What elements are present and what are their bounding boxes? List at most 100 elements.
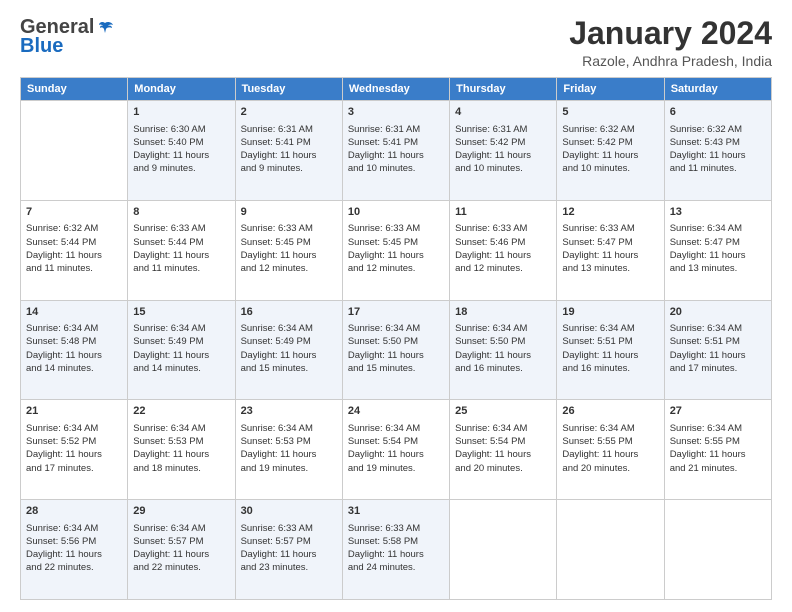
calendar-cell: 19Sunrise: 6:34 AMSunset: 5:51 PMDayligh… [557, 300, 664, 400]
day-info: Daylight: 11 hours [455, 349, 551, 362]
day-info: Sunrise: 6:33 AM [348, 222, 444, 235]
location: Razole, Andhra Pradesh, India [569, 53, 772, 69]
day-info: Daylight: 11 hours [133, 149, 229, 162]
calendar-cell: 7 Sunrise: 6:32 AMSunset: 5:44 PMDaylight… [21, 200, 128, 300]
calendar-header-thursday: Thursday [450, 78, 557, 101]
day-number: 14 [26, 305, 122, 320]
calendar-week-1: 1Sunrise: 6:30 AMSunset: 5:40 PMDaylight… [21, 101, 772, 201]
day-info: Sunrise: 6:34 AM [348, 422, 444, 435]
day-number: 9 [241, 205, 337, 220]
calendar-cell: 27Sunrise: 6:34 AMSunset: 5:55 PMDayligh… [664, 400, 771, 500]
day-info: Sunrise: 6:34 AM [241, 422, 337, 435]
day-info: Sunset: 5:42 PM [562, 136, 658, 149]
day-info: and 11 minutes. [670, 162, 766, 175]
day-info: Sunset: 5:45 PM [241, 236, 337, 249]
day-info: Sunrise: 6:33 AM [562, 222, 658, 235]
logo-bird-icon [96, 19, 114, 37]
title-area: January 2024 Razole, Andhra Pradesh, Ind… [569, 16, 772, 69]
day-info: and 12 minutes. [241, 262, 337, 275]
day-info: Sunset: 5:52 PM [26, 435, 122, 448]
day-info: Daylight: 11 hours [670, 149, 766, 162]
day-info: and 17 minutes. [26, 462, 122, 475]
month-title: January 2024 [569, 16, 772, 51]
day-info: Sunrise: 6:34 AM [670, 222, 766, 235]
calendar-cell: 16Sunrise: 6:34 AMSunset: 5:49 PMDayligh… [235, 300, 342, 400]
day-info: Sunset: 5:42 PM [455, 136, 551, 149]
day-info: Daylight: 11 hours [133, 448, 229, 461]
day-info: Sunrise: 6:30 AM [133, 123, 229, 136]
day-info: and 11 minutes. [133, 262, 229, 275]
day-info: Sunset: 5:58 PM [348, 535, 444, 548]
day-info: and 16 minutes. [455, 362, 551, 375]
day-info: Sunset: 5:50 PM [348, 335, 444, 348]
day-info: Daylight: 11 hours [455, 149, 551, 162]
calendar-week-2: 7Sunrise: 6:32 AMSunset: 5:44 PMDaylight… [21, 200, 772, 300]
day-info: and 14 minutes. [26, 362, 122, 375]
day-number: 25 [455, 404, 551, 419]
day-info: and 18 minutes. [133, 462, 229, 475]
header: General Blue January 2024 Razole, Andhra… [20, 16, 772, 69]
day-number: 16 [241, 305, 337, 320]
logo-blue: Blue [20, 35, 63, 58]
calendar-week-3: 14Sunrise: 6:34 AMSunset: 5:48 PMDayligh… [21, 300, 772, 400]
calendar-header-row: SundayMondayTuesdayWednesdayThursdayFrid… [21, 78, 772, 101]
day-info: Sunset: 5:53 PM [133, 435, 229, 448]
day-info: Daylight: 11 hours [562, 349, 658, 362]
day-info: Sunrise: 6:34 AM [455, 322, 551, 335]
day-info: Daylight: 11 hours [241, 448, 337, 461]
day-info: Sunrise: 6:34 AM [670, 322, 766, 335]
day-info: and 23 minutes. [241, 561, 337, 574]
day-info: Daylight: 11 hours [562, 249, 658, 262]
calendar-cell: 17Sunrise: 6:34 AMSunset: 5:50 PMDayligh… [342, 300, 449, 400]
day-info: Sunrise: 6:32 AM [26, 222, 122, 235]
day-info: Daylight: 11 hours [455, 249, 551, 262]
day-info: and 20 minutes. [455, 462, 551, 475]
day-info: Daylight: 11 hours [348, 249, 444, 262]
day-info: Daylight: 11 hours [26, 249, 122, 262]
day-info: Sunset: 5:57 PM [133, 535, 229, 548]
day-info: Sunrise: 6:33 AM [241, 222, 337, 235]
day-info: and 9 minutes. [241, 162, 337, 175]
day-info: Sunset: 5:41 PM [348, 136, 444, 149]
day-info: Sunrise: 6:34 AM [26, 422, 122, 435]
day-info: Sunset: 5:44 PM [26, 236, 122, 249]
day-info: Sunset: 5:55 PM [670, 435, 766, 448]
day-info: Sunrise: 6:34 AM [133, 522, 229, 535]
calendar-cell: 2Sunrise: 6:31 AMSunset: 5:41 PMDaylight… [235, 101, 342, 201]
calendar-header-friday: Friday [557, 78, 664, 101]
calendar-cell: 10Sunrise: 6:33 AMSunset: 5:45 PMDayligh… [342, 200, 449, 300]
calendar-table: SundayMondayTuesdayWednesdayThursdayFrid… [20, 77, 772, 600]
calendar-cell: 28Sunrise: 6:34 AMSunset: 5:56 PMDayligh… [21, 500, 128, 600]
calendar-week-5: 28Sunrise: 6:34 AMSunset: 5:56 PMDayligh… [21, 500, 772, 600]
day-number: 15 [133, 305, 229, 320]
day-info: Daylight: 11 hours [562, 448, 658, 461]
day-number: 6 [670, 105, 766, 120]
day-info: Sunrise: 6:31 AM [348, 123, 444, 136]
day-info: Daylight: 11 hours [670, 249, 766, 262]
calendar-cell: 8Sunrise: 6:33 AMSunset: 5:44 PMDaylight… [128, 200, 235, 300]
day-info: Sunrise: 6:33 AM [241, 522, 337, 535]
calendar-cell [557, 500, 664, 600]
day-number: 21 [26, 404, 122, 419]
day-number: 8 [133, 205, 229, 220]
day-info: Sunset: 5:41 PM [241, 136, 337, 149]
day-number: 29 [133, 504, 229, 519]
day-info: Daylight: 11 hours [670, 349, 766, 362]
day-number: 19 [562, 305, 658, 320]
calendar-header-saturday: Saturday [664, 78, 771, 101]
day-info: and 19 minutes. [348, 462, 444, 475]
day-info: Daylight: 11 hours [348, 448, 444, 461]
calendar-cell: 5Sunrise: 6:32 AMSunset: 5:42 PMDaylight… [557, 101, 664, 201]
calendar-cell: 29Sunrise: 6:34 AMSunset: 5:57 PMDayligh… [128, 500, 235, 600]
day-info: and 14 minutes. [133, 362, 229, 375]
day-number: 7 [26, 205, 122, 220]
day-info: Sunrise: 6:34 AM [562, 322, 658, 335]
day-info: Sunset: 5:45 PM [348, 236, 444, 249]
day-info: Sunrise: 6:34 AM [133, 322, 229, 335]
day-info: Daylight: 11 hours [241, 249, 337, 262]
day-info: Sunset: 5:48 PM [26, 335, 122, 348]
day-number: 31 [348, 504, 444, 519]
day-info: Sunrise: 6:34 AM [26, 322, 122, 335]
day-info: Sunset: 5:57 PM [241, 535, 337, 548]
day-info: Sunset: 5:40 PM [133, 136, 229, 149]
